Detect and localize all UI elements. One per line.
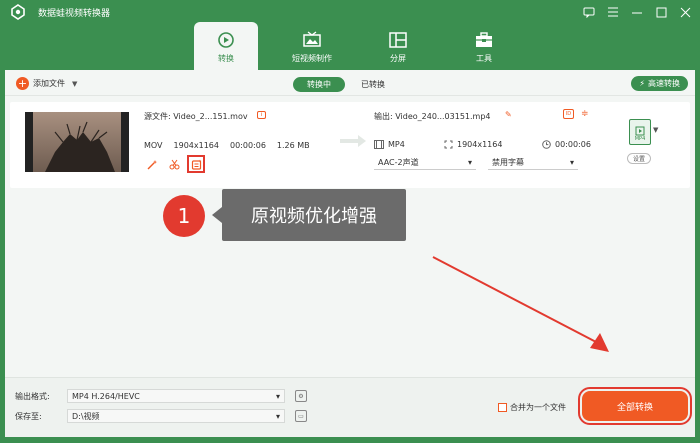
app-window: 数据蛙视频转换器 转换 短视频制作 分屏 工具 + 添加文件 ▼ 转换中 已转换… <box>0 0 700 443</box>
merge-option[interactable]: 合并为一个文件 <box>498 402 566 413</box>
output-format-select-value: MP4 H.264/HEVC <box>72 391 140 401</box>
folder-icon[interactable]: ▭ <box>295 410 307 422</box>
chevron-down-icon: ▾ <box>275 411 280 421</box>
merge-checkbox[interactable] <box>498 403 507 412</box>
convert-all-button[interactable]: 全部转换 <box>578 387 692 425</box>
output-format-label: 输出格式: <box>15 392 50 401</box>
output-format-select[interactable]: MP4 H.264/HEVC ▾ <box>67 389 285 403</box>
save-to-label: 保存至: <box>15 412 42 421</box>
merge-label: 合并为一个文件 <box>510 403 566 412</box>
format-settings-icon[interactable]: ⚙ <box>295 390 307 402</box>
save-path-select[interactable]: D:\视频 ▾ <box>67 409 285 423</box>
bottom-bar: 输出格式: MP4 H.264/HEVC ▾ ⚙ 保存至: D:\视频 ▾ ▭ … <box>5 377 695 437</box>
chevron-down-icon: ▾ <box>275 391 280 401</box>
save-path-value: D:\视频 <box>72 411 100 421</box>
